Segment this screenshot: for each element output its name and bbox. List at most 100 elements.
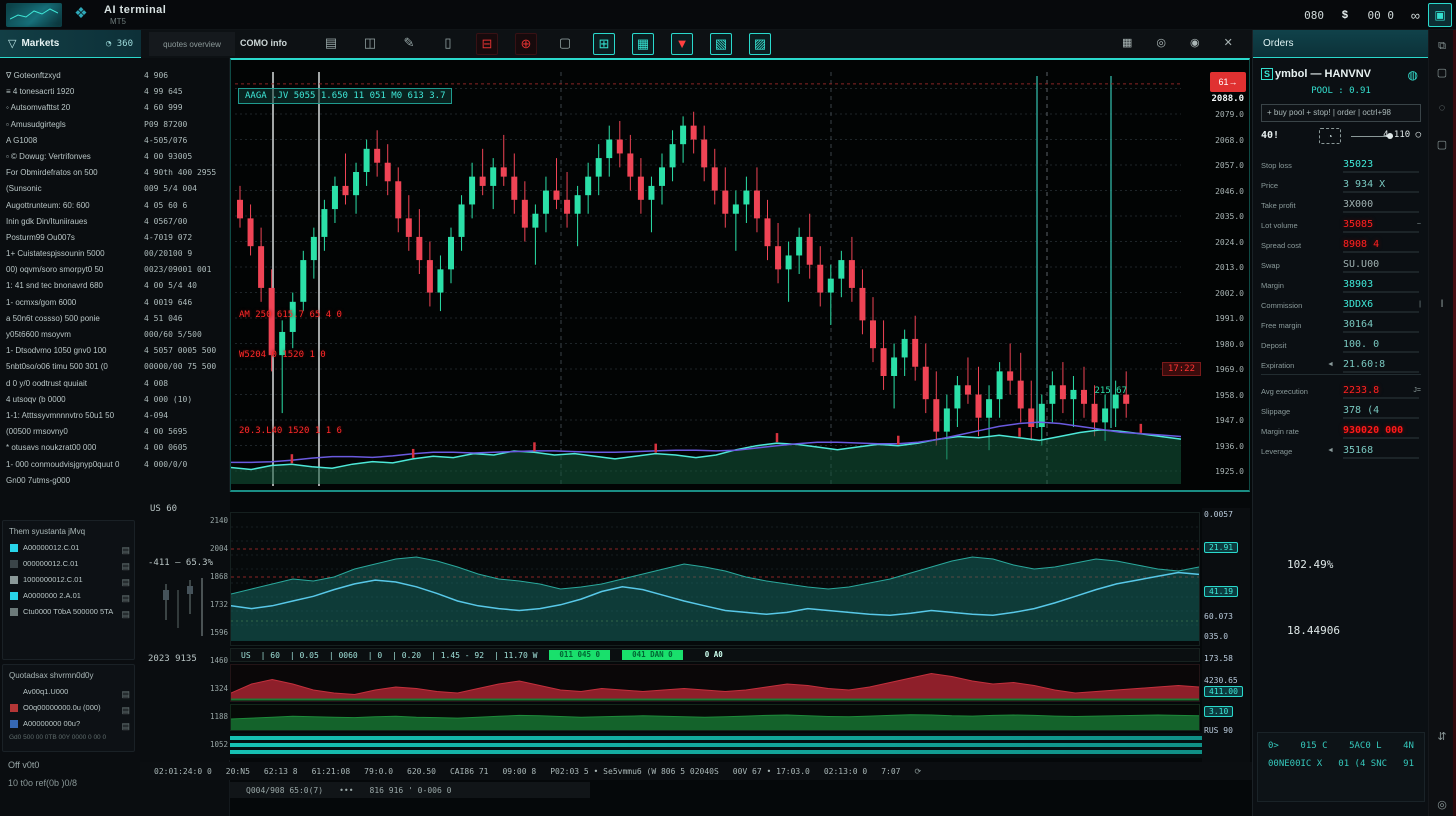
orders-panel-header[interactable]: Orders [1253,30,1428,58]
symbol-row[interactable]: A G10084-505/076 [0,133,230,149]
item-chart-icon[interactable]: ▤ [121,606,130,620]
current-price-chip[interactable]: 61→ [1210,72,1246,92]
order-field-row[interactable]: Deposit100. 0 [1261,336,1421,356]
symbol-row[interactable]: (00500 rmsovny04 00 5695 [0,424,230,440]
order-field-row[interactable]: Free margin30164 [1261,316,1421,336]
symbol-row[interactable]: ∇ Goteonftzxyd4 906 [0,68,230,84]
journal-icon[interactable]: ▯ [437,33,459,55]
tab-quotes-overview[interactable]: quotes overview [149,32,235,56]
symbol-row[interactable]: y05t6600 msoyvm000/60 5/500 [0,327,230,343]
green-histogram-panel[interactable] [230,704,1200,731]
close-icon[interactable]: ✕ [1224,36,1233,49]
pattern-icon[interactable]: ▧ [710,33,732,55]
order-field-row[interactable]: Slippage378 (4 [1261,402,1421,422]
symbol-row[interactable]: 1-1: Atttssyvmnnnvtro 50u1 504-094 [0,408,230,424]
symbol-row[interactable]: 4 utsoqv (b 00004 000 (10) [0,392,230,408]
order-field-row[interactable]: Avg execution2233.8J= [1261,382,1421,402]
summary-item[interactable]: O0q00000000.0u (000)▤ [3,700,134,716]
edge-tool-icon[interactable]: ▢ [1434,138,1450,151]
order-field-row[interactable]: Take profit3X000 [1261,196,1421,216]
symbol-row[interactable]: (Sunsonic009 5/4 004 [0,181,230,197]
window-split-icon[interactable]: ◫ [359,33,381,55]
symbol-row[interactable]: d 0 y/0 oodtrust quuiait4 008 [0,376,230,392]
symbol-row[interactable]: 00) oqvm/soro smorpyt0 500023/09001 001 [0,262,230,278]
edge-tool-icon[interactable]: ⧉ [1434,40,1450,53]
order-field-row[interactable]: SwapSU.U00 [1261,256,1421,276]
summary-item[interactable]: A00000000 00u?▤ [3,716,134,732]
edge-tool-icon[interactable]: ◎ [1434,798,1450,811]
item-chart-icon[interactable]: ▤ [121,542,130,556]
refresh-icon[interactable]: ⟳ [914,767,921,776]
edge-tool-icon[interactable]: ◌ [1434,102,1450,114]
statusbar-tab[interactable]: Q004/908 65:0(7) [246,786,323,795]
volume-value[interactable]: 40! [1261,130,1279,141]
item-chart-icon[interactable]: ▤ [121,718,130,732]
maximize-icon[interactable]: ◉ [1190,36,1200,49]
symbol-row[interactable]: 1- Dtsodvmo 1050 gnv0 1004 5057 0005 500 [0,343,230,359]
item-chart-icon[interactable]: ▤ [121,702,130,716]
panel-toggle-button[interactable]: ▣ [1428,3,1452,27]
symbol-row[interactable]: For Obmirdefratos on 5004 90th 400 2955 [0,165,230,181]
order-field-row[interactable]: Margin rate930020 000 [1261,422,1421,442]
watchlist-item[interactable]: A0000000 2.A.01▤ [3,588,134,604]
watchlist-item[interactable]: 1000000012.C.01▤ [3,572,134,588]
main-chart-area[interactable]: AAGA .JV 5055 1.650 11 051 M0 613 3.7 20… [230,58,1250,492]
symbol-row[interactable]: Inin gdk Din/Ituniiraues4 0567/00 [0,214,230,230]
tab-markets[interactable]: ▽ Markets ◔ 360 [0,30,141,58]
order-field-row[interactable]: Price3 934 X [1261,176,1421,196]
edge-tool-icon[interactable]: I [1434,298,1450,310]
symbol-row[interactable]: ◦ Autsomvafttst 204 60 999 [0,100,230,116]
balance-dollar-icon[interactable]: $ [1342,5,1348,25]
statusbar-tab[interactable]: 816 916 ' 0-006 0 [370,786,452,795]
candlestick-chart-canvas[interactable] [231,60,1249,490]
order-field-row[interactable]: Expiration◄21.60:8 [1261,356,1421,376]
pattern2-icon[interactable]: ▨ [749,33,771,55]
edge-tool-icon[interactable]: ⇵ [1434,730,1450,743]
edge-tool-icon[interactable]: ▢ [1434,66,1450,79]
order-field-row[interactable]: Stop loss35023 [1261,156,1421,176]
statusbar-tab[interactable]: ••• [339,786,353,795]
close-order-icon[interactable]: ⊟ [476,33,498,55]
watchlist-item[interactable]: Ctu0000 T0bA 500000 5TA▤ [3,604,134,620]
field-collapse-arrow[interactable]: ◄ [1327,447,1334,454]
symbol-info-icon[interactable]: ◍ [1408,68,1418,82]
grid-chart-icon[interactable]: ▦ [632,33,654,55]
symbol-row[interactable]: ▫ © Dowug: Vertrifonves4 00 93005 [0,149,230,165]
layout-grid-icon[interactable]: ▤ [320,33,342,55]
symbol-row[interactable]: 1: 41 snd tec bnonavrd 6804 00 5/4 40 [0,278,230,294]
volume-stepper-icon[interactable]: ◔ [1319,128,1341,144]
item-chart-icon[interactable]: ▤ [121,558,130,572]
oscillator-panel[interactable] [230,512,1200,646]
frame-icon[interactable]: ▢ [554,33,576,55]
symbol-row[interactable]: ▫ AmusudgirteglsP09 87200 [0,117,230,133]
watchlist-item[interactable]: A00000012.C.01▤ [3,540,134,556]
item-chart-icon[interactable]: ▤ [121,686,130,700]
order-field-row[interactable]: Margin38903 [1261,276,1421,296]
candles-icon[interactable]: ⊞ [593,33,615,55]
symbol-row[interactable]: a 50n6t cossso) 500 ponie4 51 046 [0,311,230,327]
order-field-row[interactable]: Commission3DDX6| [1261,296,1421,316]
status-bar-secondary[interactable]: Q004/908 65:0(7) ••• 816 916 ' 0-006 0 [230,782,590,798]
symbol-row[interactable]: ≡ 4 tonesacrti 19204 99 645 [0,84,230,100]
order-field-row[interactable]: Lot volume35085~ [1261,216,1421,236]
symbol-row[interactable]: Augottrunteum: 60: 6004 05 60 6 [0,198,230,214]
new-order-icon[interactable]: ⊕ [515,33,537,55]
item-chart-icon[interactable]: ▤ [121,574,130,588]
order-field-row[interactable]: Leverage◄35168 [1261,442,1421,462]
summary-item[interactable]: Av00q1.U000▤ [3,684,134,700]
symbol-row[interactable]: 1- ocmxs/gom 60004 0019 646 [0,295,230,311]
symbol-row[interactable]: 1+ Cuistatespjssounin 500000/20100 9 [0,246,230,262]
symbol-row[interactable]: Gn00 7utms-g000 [0,473,230,489]
grid-icon[interactable]: ▦ [1122,36,1132,49]
sell-marker-icon[interactable]: ▼ [671,33,693,55]
symbol-row[interactable]: 5nbt0so/o06 timu 500 301 (000000/00 75 5… [0,359,230,375]
watch-mode-icon[interactable]: ∞ [1411,5,1420,25]
field-collapse-arrow[interactable]: ◄ [1327,361,1334,368]
minimize-icon[interactable]: ◎ [1156,36,1166,49]
item-chart-icon[interactable]: ▤ [121,590,130,604]
order-type-input[interactable]: + buy pool + stop! | order | octrl+98 [1261,104,1421,122]
watchlist-item[interactable]: 000000012.C.01▤ [3,556,134,572]
symbol-row[interactable]: * otusavs noukzrat00 0004 00 0605 [0,440,230,456]
order-field-row[interactable]: Spread cost8908 4 [1261,236,1421,256]
symbol-row[interactable]: 1- 000 conmoudvisjgnyp0quut 04 000/0/0 [0,457,230,473]
